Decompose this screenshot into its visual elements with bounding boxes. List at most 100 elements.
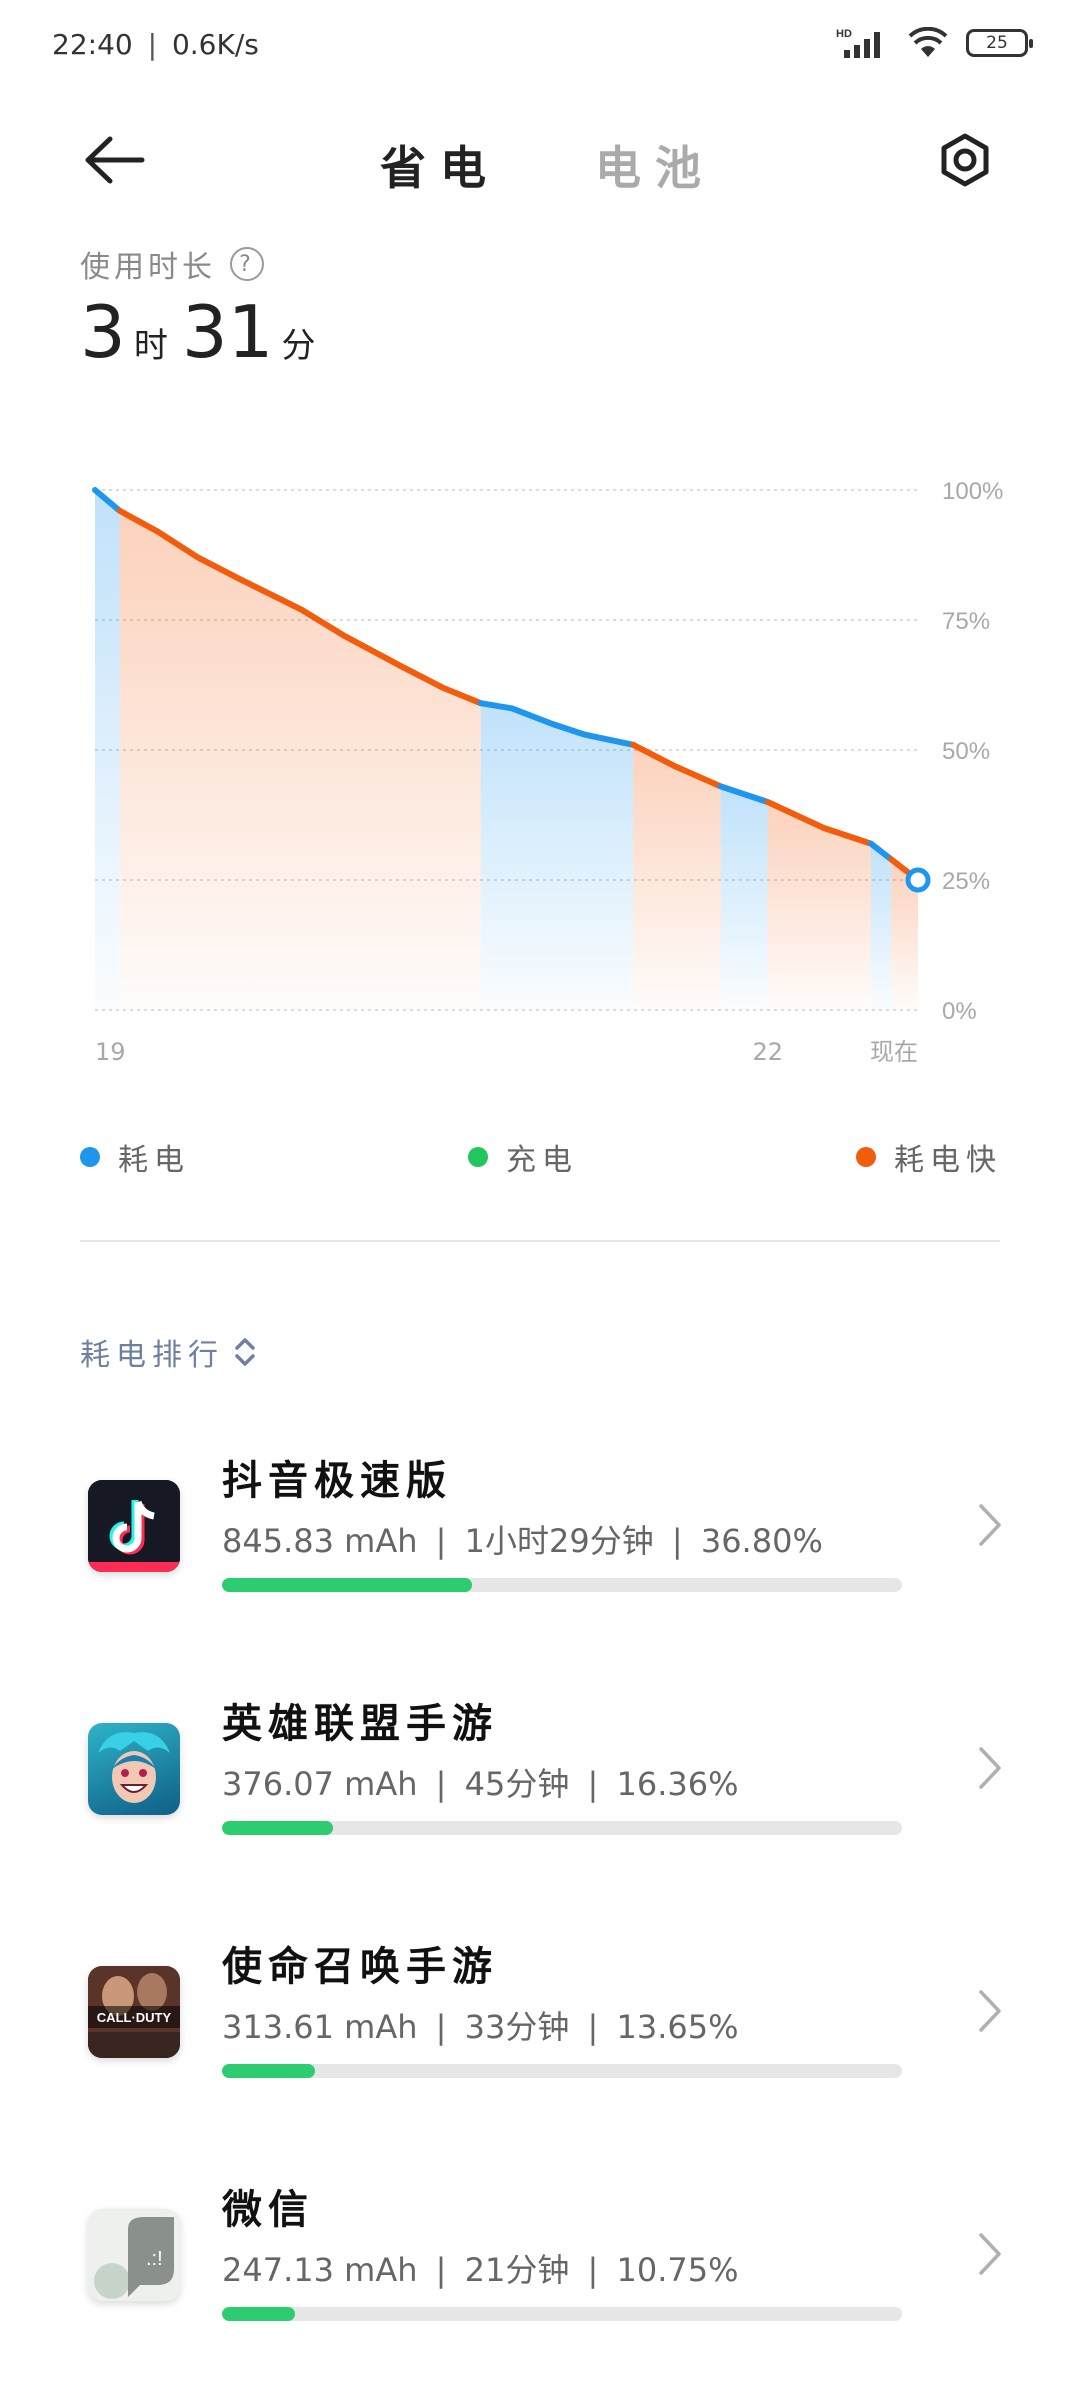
wechat-app-icon: .:! (88, 2209, 180, 2301)
usage-bar (222, 1821, 902, 1835)
stat-sep: | (435, 1522, 447, 1560)
battery-chart: 100% 75% 50% 25% 0% 19 22 现在 (0, 440, 1080, 1080)
divider (80, 1240, 1000, 1242)
status-icons: HD 25 (836, 26, 1033, 60)
legend-dot-drain (80, 1147, 100, 1167)
header: 省电 电池 (0, 110, 1080, 210)
app-percent: 10.75% (616, 2251, 739, 2289)
back-button[interactable] (80, 130, 150, 190)
legend-item-drain: 耗电 (80, 1135, 190, 1179)
usage-bar (222, 2064, 902, 2078)
battery-level: 25 (986, 33, 1008, 53)
wifi-icon (908, 27, 948, 57)
signal-icon: HD (836, 28, 880, 58)
cod-logo-text: CALL·DUTY (97, 2010, 172, 2025)
cod-app-icon: CALL·DUTY (88, 1966, 180, 2058)
usage-minute-unit: 分 (281, 326, 316, 366)
stat-sep: | (435, 2251, 447, 2289)
app-percent: 36.80% (700, 1522, 823, 1560)
chart-area-segment (767, 802, 871, 1010)
x-tick-label: 现在 (870, 1038, 918, 1066)
chart-area-segment (480, 703, 634, 1010)
chevron-right-icon (979, 2233, 1001, 2275)
lol-app-icon (88, 1723, 180, 1815)
stat-sep: | (671, 1522, 683, 1560)
status-bar: 22:40 | 0.6K/s HD 25 (0, 0, 1080, 96)
usage-bar (222, 1578, 902, 1592)
usage-bar-fill (222, 2307, 296, 2321)
settings-gear-icon[interactable] (935, 130, 995, 190)
usage-hours: 3 (80, 290, 126, 374)
app-stats: 845.83 mAh | 1小时29分钟 | 36.80% (222, 1516, 823, 1562)
app-name: 使命召唤手游 (222, 1944, 498, 1990)
app-percent: 16.36% (616, 1765, 739, 1803)
chart-current-point (905, 867, 931, 893)
legend-item-charging: 充电 (468, 1135, 578, 1179)
legend-dot-charging (468, 1147, 488, 1167)
chart-legend: 耗电 充电 耗电快 (0, 1135, 1080, 1185)
back-arrow-icon (85, 136, 145, 184)
usage-duration-label: 使用时长 ? (80, 242, 264, 286)
app-name: 微信 (222, 2187, 314, 2233)
x-tick-label: 22 (752, 1038, 783, 1066)
stat-sep: | (435, 1765, 447, 1803)
tab-battery[interactable]: 电池 (595, 132, 715, 198)
stat-sep: | (587, 2008, 599, 2046)
status-separator: | (147, 28, 158, 61)
usage-minutes: 31 (181, 290, 274, 374)
app-stats: 376.07 mAh | 45分钟 | 16.36% (222, 1759, 738, 1805)
usage-duration-value: 3 时 31 分 (80, 290, 329, 374)
hd-label: HD (836, 28, 852, 40)
usage-bar-fill (222, 1578, 473, 1592)
battery-chart-svg: 100% 75% 50% 25% 0% 19 22 现在 (92, 478, 1003, 1066)
chart-area-segment (720, 786, 768, 1010)
chart-area-segment (870, 843, 892, 1010)
app-mah: 247.13 mAh (222, 2251, 418, 2289)
app-mah: 376.07 mAh (222, 1765, 418, 1803)
app-mah: 313.61 mAh (222, 2008, 418, 2046)
app-row-cod[interactable]: CALL·DUTY 使命召唤手游 313.61 mAh | 33分钟 | 13.… (0, 1916, 1080, 2116)
x-tick-label: 19 (95, 1038, 126, 1066)
app-duration: 33分钟 (464, 2008, 570, 2046)
tab-power-saving[interactable]: 省电 (380, 132, 500, 198)
usage-label-text: 使用时长 (80, 250, 216, 285)
ranking-sort-toggle[interactable]: 耗电排行 (80, 1330, 258, 1374)
chevron-right-icon (979, 1747, 1001, 1789)
douyin-app-icon (88, 1480, 180, 1572)
app-percent: 13.65% (616, 2008, 739, 2046)
battery-icon: 25 (966, 29, 1033, 57)
chevron-right-icon (979, 1990, 1001, 2032)
app-row-wechat[interactable]: .:! 微信 247.13 mAh | 21分钟 | 10.75% (0, 2159, 1080, 2359)
y-tick-label: 100% (942, 478, 1003, 505)
clock: 22:40 (52, 28, 133, 61)
stat-sep: | (587, 2251, 599, 2289)
app-row-lol[interactable]: 英雄联盟手游 376.07 mAh | 45分钟 | 16.36% (0, 1673, 1080, 1873)
app-mah: 845.83 mAh (222, 1522, 418, 1560)
usage-bar (222, 2307, 902, 2321)
stat-sep: | (587, 1765, 599, 1803)
chart-area-segment (95, 490, 120, 1010)
y-tick-label: 75% (942, 608, 990, 635)
svg-text:.:!: .:! (146, 2248, 163, 2270)
legend-item-fast-drain: 耗电快 (856, 1135, 1002, 1179)
network-speed: 0.6K/s (171, 28, 259, 61)
app-duration: 45分钟 (464, 1765, 570, 1803)
chart-area-segment (119, 510, 481, 1010)
y-tick-label: 50% (942, 738, 990, 765)
chevron-right-icon (979, 1504, 1001, 1546)
sort-arrows-icon (235, 1338, 255, 1366)
legend-label-fast-drain: 耗电快 (894, 1143, 1002, 1178)
ranking-label: 耗电排行 (80, 1338, 224, 1373)
chart-area-segment (633, 744, 721, 1010)
help-icon[interactable]: ? (230, 247, 264, 281)
legend-label-charging: 充电 (506, 1143, 578, 1178)
app-row-douyin[interactable]: 抖音极速版 845.83 mAh | 1小时29分钟 | 36.80% (0, 1430, 1080, 1630)
app-stats: 247.13 mAh | 21分钟 | 10.75% (222, 2245, 738, 2291)
app-name: 抖音极速版 (222, 1458, 452, 1504)
y-tick-label: 0% (942, 998, 977, 1025)
usage-hour-unit: 时 (133, 326, 168, 366)
legend-dot-fast-drain (856, 1147, 876, 1167)
app-duration: 21分钟 (464, 2251, 570, 2289)
status-time: 22:40 | 0.6K/s (52, 28, 259, 61)
stat-sep: | (435, 2008, 447, 2046)
